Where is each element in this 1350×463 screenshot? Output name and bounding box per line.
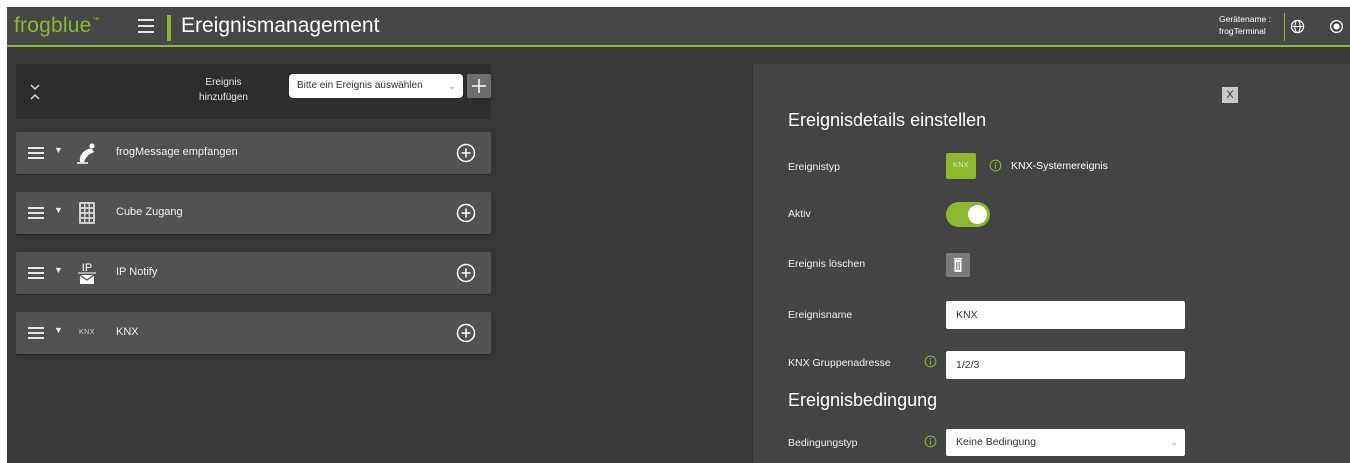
add-action-plus-icon[interactable] — [456, 263, 476, 283]
event-type-value: KNX-Systemereignis — [1011, 160, 1108, 172]
add-action-plus-icon[interactable] — [456, 323, 476, 343]
logo-trademark: ™ — [92, 17, 100, 24]
device-name-label: Gerätename : — [1219, 14, 1271, 24]
chevron-down-icon: ⌄ — [1170, 437, 1178, 447]
event-card-knx[interactable]: ▼ KNX KNX — [16, 312, 491, 354]
logo-text: frogblue — [14, 14, 92, 37]
event-type-label: Ereignistyp — [788, 161, 840, 173]
knx-icon: KNX — [79, 329, 95, 336]
device-name-value: frogTerminal — [1219, 26, 1266, 36]
close-button[interactable]: X — [1222, 87, 1238, 103]
condition-type-select[interactable]: Keine Bedingung ⌄ — [946, 429, 1185, 456]
active-label: Aktiv — [788, 208, 811, 220]
keypad-icon — [79, 202, 95, 224]
drag-handle-icon[interactable] — [28, 267, 44, 279]
info-icon[interactable] — [924, 355, 937, 368]
add-action-plus-icon[interactable] — [456, 143, 476, 163]
expand-caret-icon[interactable]: ▼ — [54, 325, 63, 335]
event-name: KNX — [116, 326, 139, 338]
add-event-button[interactable] — [467, 74, 491, 98]
expand-caret-icon[interactable]: ▼ — [54, 265, 63, 275]
app-window: frogblue™ Ereignismanagement Gerätename … — [7, 7, 1350, 463]
top-bar: frogblue™ Ereignismanagement Gerätename … — [7, 7, 1350, 47]
add-event-label: Ereignis hinzufügen — [186, 75, 261, 105]
title-accent-bar — [167, 15, 171, 41]
event-name: Cube Zugang — [116, 206, 183, 218]
device-info: Gerätename : frogTerminal — [1205, 13, 1285, 41]
event-type-select[interactable]: Bitte ein Ereignis auswählen ⌄ — [289, 74, 463, 98]
frogblue-logo[interactable]: frogblue™ — [14, 14, 100, 38]
expand-caret-icon[interactable]: ▼ — [54, 145, 63, 155]
hamburger-menu-icon[interactable] — [138, 19, 154, 33]
page-title: Ereignismanagement — [181, 14, 380, 37]
event-card-ip-notify[interactable]: ▼ IP IP Notify — [16, 252, 491, 294]
event-type-select-value: Bitte ein Ereignis auswählen — [297, 80, 423, 91]
event-card-cube-zugang[interactable]: ▼ Cube Zugang — [16, 192, 491, 234]
info-icon[interactable] — [924, 435, 937, 448]
globe-icon[interactable] — [1290, 19, 1305, 34]
add-event-bar: Ereignis hinzufügen Bitte ein Ereignis a… — [16, 64, 491, 119]
condition-type-label: Bedingungstyp — [788, 437, 858, 449]
trash-icon[interactable] — [946, 253, 970, 277]
expand-caret-icon[interactable]: ▼ — [54, 205, 63, 215]
event-card-frogmessage[interactable]: ▼ frogMessage empfangen — [16, 132, 491, 174]
knx-badge: KNX — [946, 153, 976, 179]
group-address-field[interactable]: 1/2/3 — [946, 351, 1185, 379]
detail-title: Ereignisdetails einstellen — [788, 110, 987, 130]
frog-message-icon — [77, 143, 95, 164]
drag-handle-icon[interactable] — [28, 327, 44, 339]
event-name-field[interactable]: KNX — [946, 301, 1185, 329]
active-toggle[interactable] — [946, 202, 990, 227]
event-name: IP Notify — [116, 266, 158, 278]
toggle-knob — [968, 205, 987, 224]
ip-notify-icon: IP — [78, 262, 96, 284]
power-icon[interactable] — [1329, 19, 1344, 34]
info-icon[interactable] — [989, 159, 1002, 172]
add-event-label-line1: Ereignis — [205, 77, 242, 88]
collapse-all-icon[interactable] — [28, 80, 42, 104]
chevron-down-icon: ⌄ — [448, 81, 456, 91]
drag-handle-icon[interactable] — [28, 207, 44, 219]
condition-type-value: Keine Bedingung — [956, 436, 1036, 448]
group-address-label: KNX Gruppenadresse — [788, 357, 891, 369]
condition-section-title: Ereignisbedingung — [788, 390, 938, 410]
svg-text:IP: IP — [82, 262, 92, 274]
drag-handle-icon[interactable] — [28, 147, 44, 159]
add-action-plus-icon[interactable] — [456, 203, 476, 223]
event-name: frogMessage empfangen — [116, 146, 238, 158]
add-event-label-line2: hinzufügen — [199, 92, 248, 103]
event-name-label: Ereignisname — [788, 309, 853, 321]
delete-event-label: Ereignis löschen — [788, 258, 866, 270]
event-detail-panel: X Ereignisdetails einstellen Ereignistyp… — [753, 64, 1350, 463]
